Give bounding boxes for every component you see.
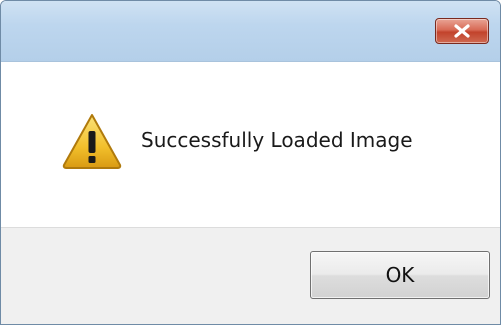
title-bar[interactable]	[1, 1, 500, 62]
close-button[interactable]	[435, 18, 489, 44]
dialog-footer: OK	[1, 227, 500, 324]
ok-button[interactable]: OK	[310, 251, 490, 299]
dialog-message: Successfully Loaded Image	[141, 128, 413, 152]
close-icon	[454, 24, 470, 38]
message-dialog: Successfully Loaded Image OK	[0, 0, 501, 325]
dialog-content: Successfully Loaded Image	[1, 62, 500, 227]
warning-icon	[62, 114, 122, 169]
